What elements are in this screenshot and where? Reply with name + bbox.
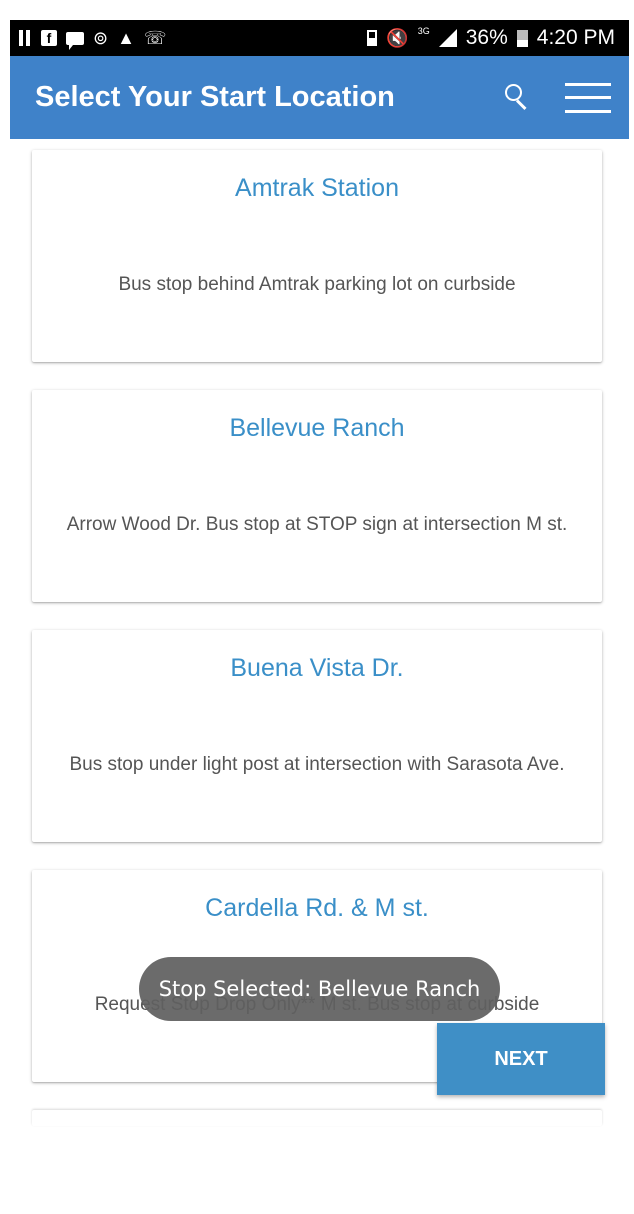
battery-icon xyxy=(516,29,528,47)
signal-icon xyxy=(438,29,457,47)
status-left-icons: f ⊚ ▲ ☏ xyxy=(18,28,167,50)
stop-card-next-partial[interactable] xyxy=(32,1110,602,1126)
stop-card-bellevue-ranch[interactable]: Bellevue Ranch Arrow Wood Dr. Bus stop a… xyxy=(32,390,602,602)
stop-name: Amtrak Station xyxy=(235,174,399,202)
page-title: Select Your Start Location xyxy=(35,81,395,113)
search-icon-handle xyxy=(515,98,527,110)
stop-description: Bus stop behind Amtrak parking lot on cu… xyxy=(118,274,516,295)
viber-icon: ☏ xyxy=(143,28,167,48)
next-button[interactable]: NEXT xyxy=(437,1023,605,1095)
menu-button[interactable] xyxy=(565,82,611,113)
stop-description: Arrow Wood Dr. Bus stop at STOP sign at … xyxy=(66,514,568,535)
stop-name: Bellevue Ranch xyxy=(229,414,405,442)
status-right-icons: 🔇 3G 36% 4:20 PM xyxy=(367,26,615,50)
search-button[interactable] xyxy=(499,78,539,118)
menu-icon-line xyxy=(565,96,611,99)
toast-message: Stop Selected: Bellevue Ranch xyxy=(139,957,500,1021)
status-bar: f ⊚ ▲ ☏ 🔇 3G 36% 4:20 PM xyxy=(10,20,629,56)
menu-icon-line xyxy=(565,109,611,113)
stop-description: Bus stop under light post at intersectio… xyxy=(69,754,565,775)
mute-icon: 🔇 xyxy=(386,28,409,48)
chat-icon xyxy=(66,31,84,50)
app-bar: Select Your Start Location xyxy=(10,56,629,139)
network-type-label: 3G xyxy=(417,25,430,36)
stop-card-amtrak-station[interactable]: Amtrak Station Bus stop behind Amtrak pa… xyxy=(32,150,602,362)
battery-percent: 36% xyxy=(465,26,508,49)
search-icon xyxy=(505,83,522,101)
people-icon: ⊚ xyxy=(93,28,109,48)
stop-card-buena-vista[interactable]: Buena Vista Dr. Bus stop under light pos… xyxy=(32,630,602,842)
facebook-icon: f xyxy=(41,30,57,46)
battery-saver-icon xyxy=(367,30,378,46)
pause-icon xyxy=(18,30,32,46)
clock: 4:20 PM xyxy=(536,26,615,49)
stop-name: Cardella Rd. & M st. xyxy=(205,894,429,922)
stop-name: Buena Vista Dr. xyxy=(230,654,404,682)
menu-icon-line xyxy=(565,82,611,86)
warning-icon: ▲ xyxy=(117,28,135,48)
